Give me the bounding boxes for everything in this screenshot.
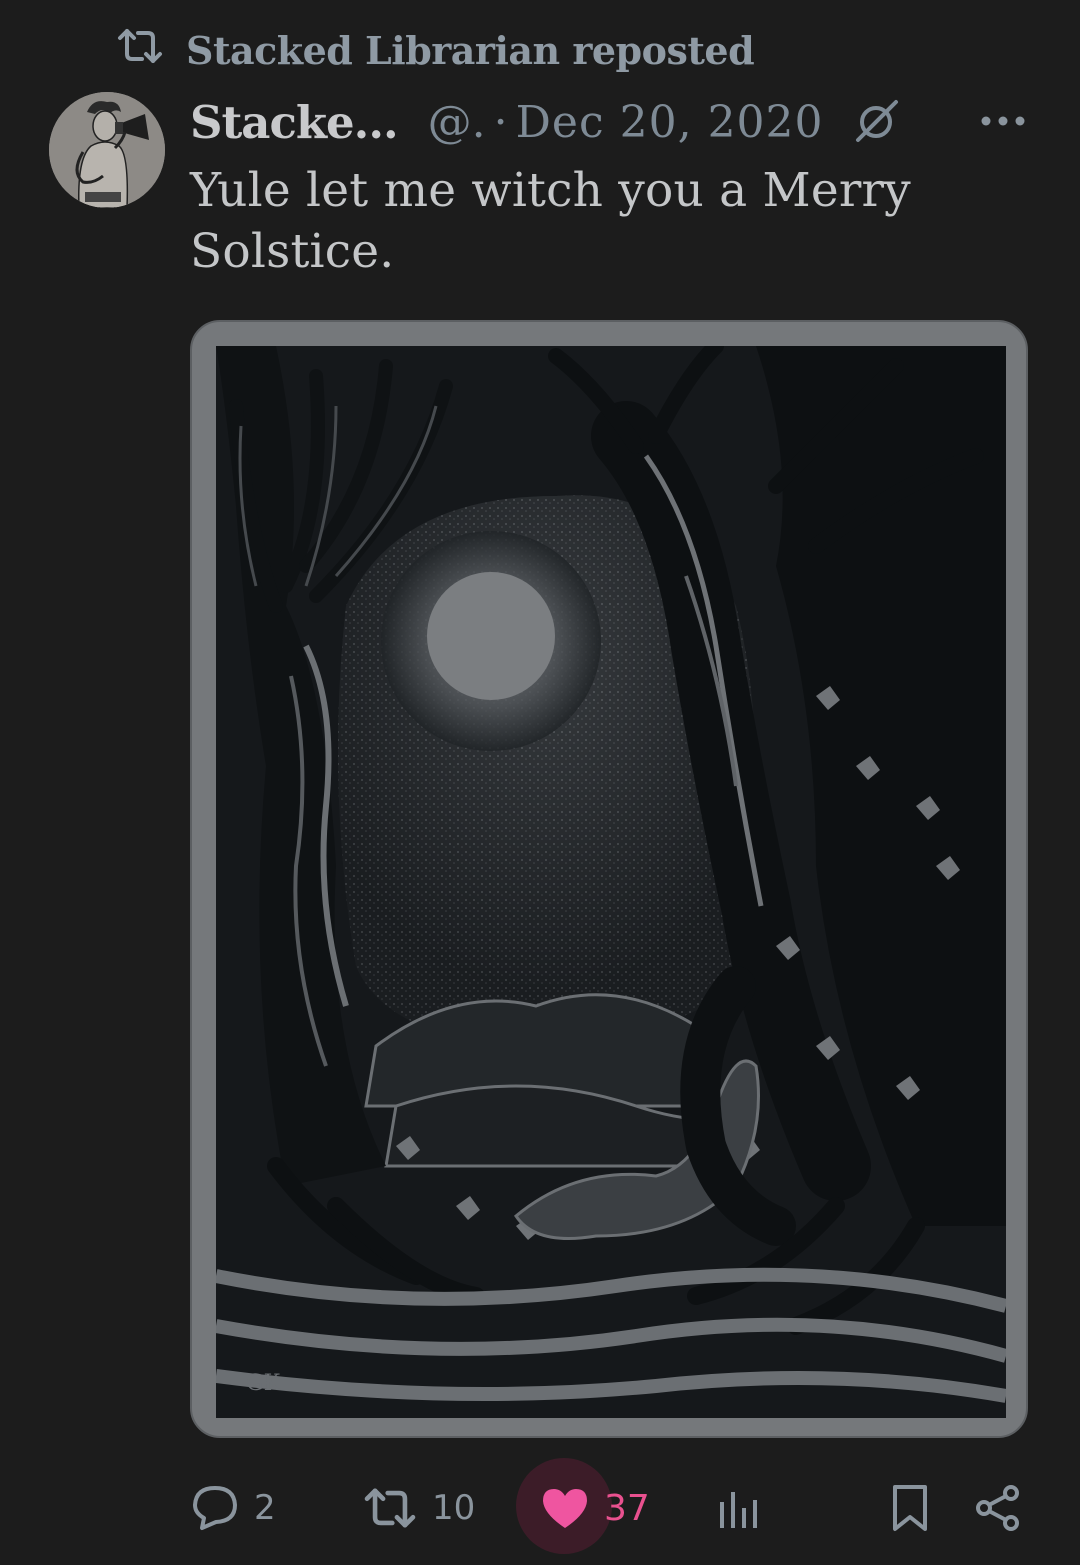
reply-button[interactable]: 2 — [190, 1470, 276, 1546]
post-text: Yule let me witch you a Merry Solstice. — [190, 160, 990, 282]
like-count: 37 — [604, 1487, 650, 1529]
separator-dot: · — [493, 96, 508, 148]
views-button[interactable] — [718, 1470, 760, 1546]
artist-signature: GK — [246, 1371, 281, 1396]
repost-label: Stacked Librarian reposted — [186, 27, 755, 73]
post-text-line: Yule let me witch you a Merry — [190, 163, 911, 218]
avatar[interactable] — [49, 92, 165, 208]
like-button[interactable]: 37 — [540, 1470, 650, 1546]
repost-indicator[interactable]: Stacked Librarian reposted — [116, 26, 755, 75]
solstice-illustration: GK — [216, 346, 1006, 1418]
circle-slash-icon — [824, 94, 904, 150]
share-button[interactable] — [974, 1470, 1022, 1546]
repost-icon — [116, 26, 164, 75]
reply-count: 2 — [254, 1488, 276, 1528]
share-icon — [974, 1484, 1022, 1532]
author-handle[interactable]: @. — [428, 97, 486, 148]
author-display-name[interactable]: Stacke... — [190, 96, 399, 149]
heart-icon — [540, 1486, 590, 1530]
repost-icon — [362, 1485, 418, 1531]
bookmark-button[interactable] — [890, 1470, 930, 1546]
repost-button[interactable]: 10 — [362, 1470, 475, 1546]
post-date[interactable]: Dec 20, 2020 — [516, 97, 824, 148]
bar-chart-icon — [718, 1486, 760, 1530]
post-header: Stacke... @. · Dec 20, 2020 — [190, 92, 1040, 152]
repost-count: 10 — [432, 1488, 476, 1528]
reply-icon — [190, 1484, 240, 1532]
post-image[interactable]: GK — [190, 320, 1028, 1438]
post-text-line: Solstice. — [190, 224, 395, 279]
bookmark-icon — [890, 1484, 930, 1532]
post-actions: 2 10 37 — [190, 1458, 1040, 1554]
